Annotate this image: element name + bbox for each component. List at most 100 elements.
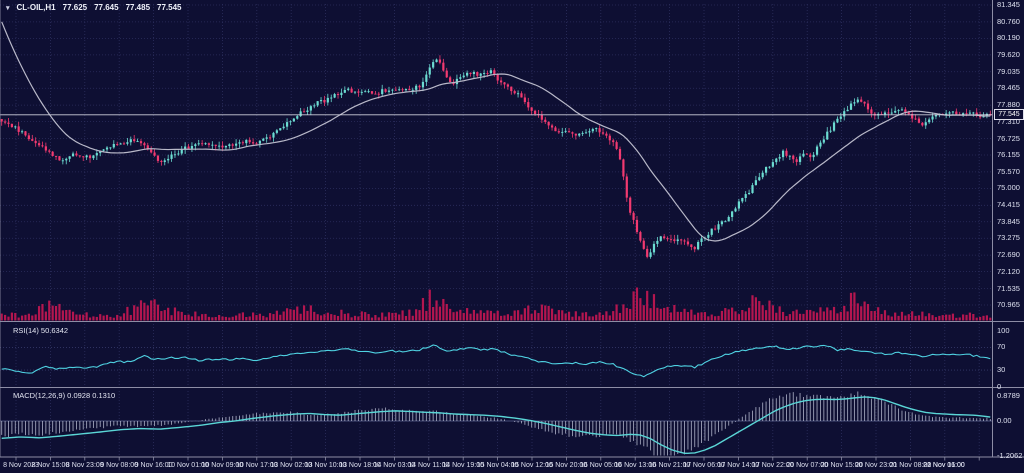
volume-bar xyxy=(830,310,832,320)
candle-body xyxy=(476,72,478,76)
candle-body xyxy=(616,142,618,149)
volume-bar xyxy=(279,315,281,321)
volume-bar xyxy=(221,317,223,321)
volume-bar xyxy=(41,304,43,320)
volume-bar xyxy=(836,313,838,320)
candle-body xyxy=(717,224,719,229)
volume-bar xyxy=(313,312,315,321)
volume-bar xyxy=(82,315,84,321)
candle-body xyxy=(639,232,641,241)
volume-bar xyxy=(959,317,961,320)
volume-bar xyxy=(568,312,570,321)
volume-bar xyxy=(639,298,641,320)
candle-body xyxy=(255,143,257,144)
volume-bar xyxy=(847,311,849,320)
candle-body xyxy=(514,91,516,93)
candle-body xyxy=(928,119,930,122)
ohlc-high: 77.645 xyxy=(94,3,118,12)
volume-bar xyxy=(133,305,135,320)
chart-title-bar: ▾ CL-OIL,H1 77.625 77.645 77.485 77.545 xyxy=(6,3,182,12)
candle-body xyxy=(548,122,550,125)
volume-bar xyxy=(666,307,668,321)
volume-bar xyxy=(765,310,767,320)
candle-body xyxy=(568,131,570,132)
candle-body xyxy=(235,144,237,146)
candle-body xyxy=(269,137,271,138)
time-axis[interactable] xyxy=(0,458,1024,473)
candle-body xyxy=(486,73,488,74)
volume-bar xyxy=(35,314,37,320)
volume-bar xyxy=(446,304,448,321)
candle-body xyxy=(401,89,403,90)
candle-body xyxy=(320,100,322,101)
candle-body xyxy=(106,148,108,150)
volume-bar xyxy=(69,310,71,321)
candle-body xyxy=(466,73,468,76)
volume-bar xyxy=(174,307,176,320)
volume-bar xyxy=(194,312,196,321)
candle-body xyxy=(806,154,808,155)
volume-bar xyxy=(748,308,750,321)
candle-body xyxy=(830,131,832,132)
candle-body xyxy=(232,144,234,145)
candle-body xyxy=(408,89,410,90)
candle-body xyxy=(799,156,801,162)
candle-body xyxy=(55,156,57,157)
volume-bar xyxy=(476,313,478,320)
candle-body xyxy=(38,143,40,145)
chart-plot-area[interactable] xyxy=(0,0,1024,473)
candle-body xyxy=(531,107,533,110)
candle-body xyxy=(238,142,240,143)
volume-bar xyxy=(785,316,787,320)
volume-bar xyxy=(4,315,6,321)
candle-body xyxy=(126,142,128,144)
volume-bar xyxy=(809,310,811,321)
candle-body xyxy=(554,128,556,132)
candle-body xyxy=(24,131,26,135)
candle-body xyxy=(41,145,43,146)
volume-bar xyxy=(286,308,288,320)
candle-body xyxy=(755,180,757,185)
volume-bar xyxy=(599,312,601,320)
volume-bar xyxy=(58,304,60,321)
rsi-indicator-label: RSI(14) 50.6342 xyxy=(13,326,68,335)
volume-bar xyxy=(768,301,770,321)
candle-body xyxy=(405,89,407,90)
candle-body xyxy=(660,236,662,241)
volume-bar xyxy=(306,311,308,321)
volume-bar xyxy=(646,291,648,321)
volume-bar xyxy=(7,317,9,321)
candle-body xyxy=(28,135,30,139)
candle-body xyxy=(211,145,213,146)
volume-bar xyxy=(897,316,899,321)
candle-body xyxy=(867,104,869,110)
candle-body xyxy=(344,90,346,93)
candle-body xyxy=(673,239,675,241)
candle-body xyxy=(792,156,794,160)
volume-bar xyxy=(89,317,91,320)
volume-bar xyxy=(585,312,587,320)
volume-bar xyxy=(741,310,743,321)
candle-body xyxy=(785,151,787,156)
candle-body xyxy=(490,70,492,73)
volume-bar xyxy=(636,288,638,321)
candle-body xyxy=(670,239,672,240)
candle-body xyxy=(378,94,380,95)
chart-menu-icon[interactable]: ▾ xyxy=(6,4,10,12)
volume-bar xyxy=(592,316,594,320)
volume-bar xyxy=(296,307,298,321)
candle-body xyxy=(347,89,349,90)
candle-body xyxy=(374,94,376,95)
volume-bar xyxy=(62,310,64,320)
current-price-badge: 77.545 xyxy=(994,109,1024,120)
price-axis[interactable] xyxy=(993,0,1024,457)
candle-body xyxy=(894,111,896,113)
volume-bar xyxy=(123,313,125,320)
candle-body xyxy=(439,60,441,63)
symbol-name: CL-OIL,H1 xyxy=(17,3,56,12)
candle-body xyxy=(952,112,954,113)
volume-bar xyxy=(714,316,716,320)
volume-bar xyxy=(170,315,172,320)
candle-body xyxy=(75,153,77,155)
volume-bar xyxy=(931,315,933,320)
